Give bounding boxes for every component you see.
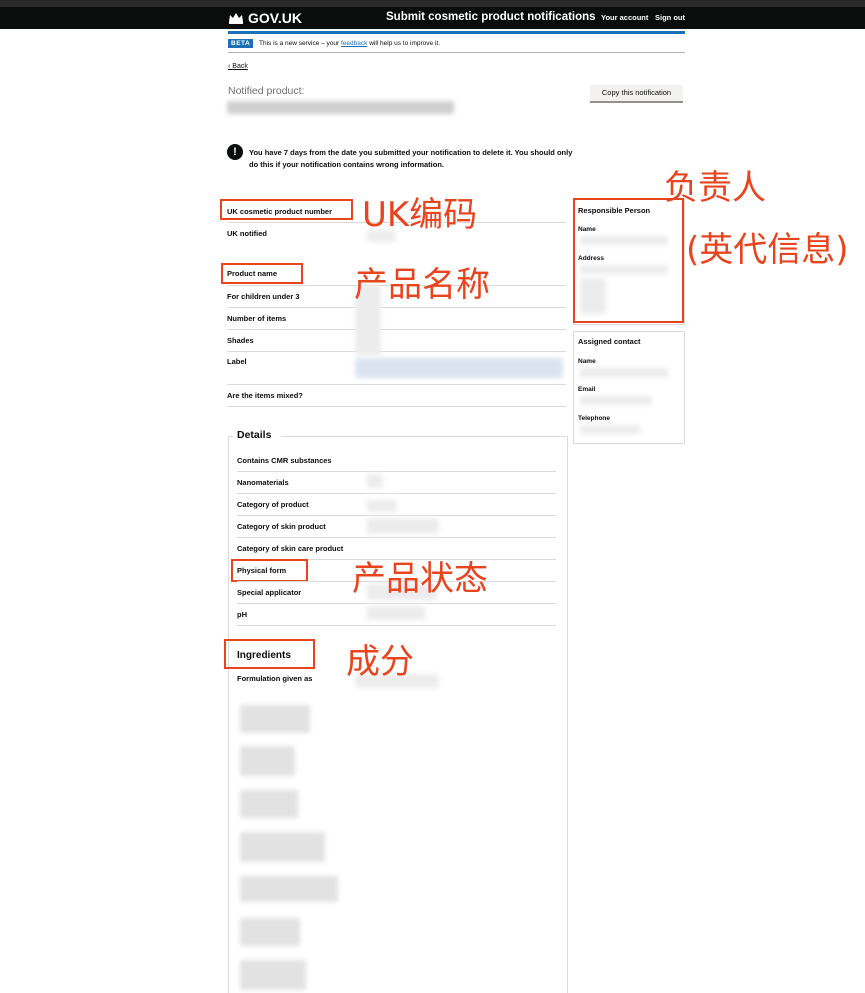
special-applicator-label: Special applicator bbox=[237, 588, 302, 597]
row-divider bbox=[237, 515, 556, 516]
ingredient-redacted bbox=[240, 705, 310, 733]
sign-out-link[interactable]: Sign out bbox=[655, 13, 685, 22]
ac-telephone-value-redacted bbox=[580, 425, 640, 434]
ingredient-redacted bbox=[240, 960, 306, 990]
crown-icon bbox=[229, 13, 243, 24]
annotation-physical-state: 产品状态 bbox=[352, 559, 488, 599]
rp-name-value-redacted bbox=[580, 236, 668, 245]
back-link[interactable]: ‹ Back bbox=[228, 63, 248, 70]
highlight-product-name bbox=[221, 263, 303, 284]
number-of-items-label: Number of items bbox=[227, 314, 287, 323]
ingredient-redacted bbox=[240, 832, 325, 862]
category-value-redacted bbox=[367, 500, 397, 512]
ingredient-redacted bbox=[240, 790, 298, 818]
row-divider bbox=[237, 603, 556, 604]
ac-name-label: Name bbox=[578, 358, 596, 365]
copy-notification-button[interactable]: Copy this notification bbox=[590, 85, 683, 103]
row-divider bbox=[237, 537, 556, 538]
rp-address-label: Address bbox=[578, 255, 605, 262]
ph-value-redacted bbox=[367, 606, 425, 620]
annotation-uk-code: UK编码 bbox=[362, 195, 478, 235]
warning-text: You have 7 days from the date you submit… bbox=[249, 148, 573, 169]
row-divider bbox=[227, 307, 566, 308]
annotation-responsible-person-sub: (英代信息) bbox=[686, 230, 849, 270]
ph-label: pH bbox=[237, 610, 247, 619]
nanomaterials-label: Nanomaterials bbox=[237, 478, 289, 487]
skin-category-value-redacted bbox=[367, 518, 439, 534]
ingredient-redacted bbox=[240, 918, 300, 946]
formulation-label: Formulation given as bbox=[237, 674, 313, 683]
highlight-ingredients bbox=[224, 639, 315, 669]
row-divider bbox=[237, 625, 556, 626]
row-divider bbox=[237, 471, 556, 472]
logo-text: GOV.UK bbox=[248, 10, 302, 26]
beta-text-after: will help us to improve it. bbox=[367, 40, 441, 47]
browser-top-bar bbox=[0, 0, 865, 7]
product-name-heading-redacted bbox=[227, 101, 454, 114]
notified-product-caption: Notified product: bbox=[228, 85, 305, 97]
responsible-person-title: Responsible Person bbox=[578, 206, 651, 215]
label-value-redacted bbox=[355, 358, 563, 378]
row-divider bbox=[227, 384, 566, 385]
govuk-logo[interactable]: GOV.UK bbox=[228, 10, 302, 26]
ac-email-label: Email bbox=[578, 386, 596, 393]
cmr-label: Contains CMR substances bbox=[237, 456, 332, 465]
ingredient-redacted bbox=[240, 876, 338, 902]
details-heading: Details bbox=[233, 429, 276, 441]
beta-text-before: This is a new service – your bbox=[259, 40, 342, 47]
rp-name-label: Name bbox=[578, 226, 596, 233]
row-divider bbox=[227, 406, 566, 407]
annotation-ingredients: 成分 bbox=[346, 642, 414, 682]
ac-telephone-label: Telephone bbox=[578, 415, 611, 422]
uk-notified-label: UK notified bbox=[227, 229, 267, 238]
header-blue-rule bbox=[228, 31, 685, 34]
feedback-link[interactable]: feedback bbox=[341, 40, 367, 47]
highlight-physical-form bbox=[231, 559, 308, 582]
warning-icon: ! bbox=[227, 144, 243, 160]
rp-address-lines-redacted bbox=[580, 278, 606, 314]
skin-category-label: Category of skin product bbox=[237, 522, 326, 531]
ac-email-value-redacted bbox=[580, 396, 652, 405]
assigned-contact-title: Assigned contact bbox=[578, 337, 641, 346]
category-label: Category of product bbox=[237, 500, 309, 509]
nanomaterials-value-redacted bbox=[367, 474, 383, 488]
ac-name-value-redacted bbox=[580, 368, 668, 377]
govuk-header: GOV.UK Submit cosmetic product notificat… bbox=[0, 7, 865, 29]
your-account-link[interactable]: Your account bbox=[601, 13, 648, 22]
ingredient-redacted bbox=[240, 746, 295, 776]
beta-tag: BETA bbox=[228, 39, 254, 48]
row-divider bbox=[227, 351, 566, 352]
skin-care-category-label: Category of skin care product bbox=[237, 544, 344, 553]
annotation-responsible-person: 负责人 bbox=[664, 168, 766, 208]
shades-label: Shades bbox=[227, 336, 254, 345]
phase-banner: BETA This is a new service – your feedba… bbox=[228, 38, 685, 53]
highlight-uk-number bbox=[220, 199, 353, 220]
children-under-3-label: For children under 3 bbox=[227, 292, 300, 301]
rp-address-line-redacted bbox=[580, 265, 668, 274]
service-name[interactable]: Submit cosmetic product notifications bbox=[386, 11, 596, 23]
back-link-label: Back bbox=[232, 63, 248, 70]
row-divider bbox=[227, 329, 566, 330]
label-label: Label bbox=[227, 357, 247, 366]
fieldset-top-right bbox=[281, 436, 566, 437]
items-mixed-label: Are the items mixed? bbox=[227, 391, 303, 400]
row-divider bbox=[237, 493, 556, 494]
annotation-product-name: 产品名称 bbox=[354, 265, 490, 305]
beta-text: This is a new service – your feedback wi… bbox=[259, 40, 440, 47]
